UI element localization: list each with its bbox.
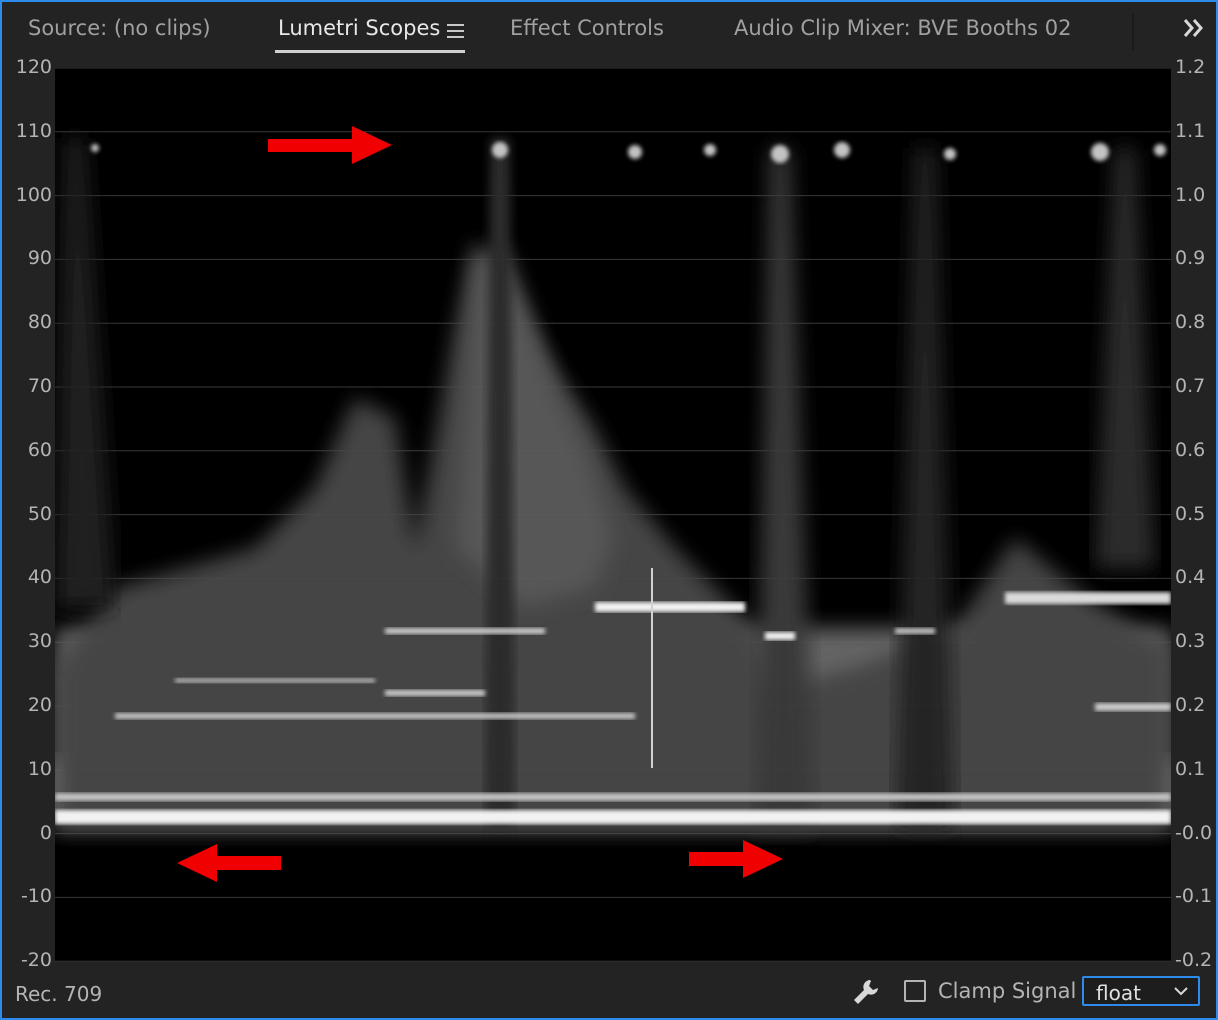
chevron-down-icon — [1174, 987, 1188, 996]
right-axis-tick: 1.1 — [1175, 119, 1206, 142]
left-axis-tick: 70 — [27, 375, 52, 397]
tab-audio-clip-mixer[interactable]: Audio Clip Mixer: BVE Booths 02 — [734, 16, 1071, 40]
left-axis-tick: 120 — [15, 56, 52, 78]
left-axis-tick: 80 — [27, 311, 52, 334]
tab-source[interactable]: Source: (no clips) — [28, 16, 211, 40]
left-axis-tick: -10 — [20, 885, 52, 908]
clamp-signal-label[interactable]: Clamp Signal — [938, 979, 1076, 1003]
left-axis-tick: 20 — [27, 694, 52, 716]
left-axis-tick: 100 — [15, 183, 52, 206]
waveform-trace — [55, 138, 1171, 828]
right-axis-tick: -0.2 — [1175, 949, 1213, 972]
bit-depth-value: float — [1096, 981, 1141, 1005]
color-space-label: Rec. 709 — [15, 982, 103, 1006]
right-axis-tick: 0.5 — [1175, 502, 1206, 525]
scope-footer: Rec. 709 Clamp Signal float — [2, 964, 1216, 1020]
double-chevron-right-icon[interactable] — [1182, 16, 1206, 40]
lumetri-scopes-panel: Source: (no clips) Lumetri Scopes Effect… — [0, 0, 1218, 1020]
left-axis-tick: 0 — [39, 821, 52, 844]
left-axis-tick: 40 — [27, 566, 52, 589]
right-axis-tick: 0.8 — [1175, 311, 1206, 334]
right-axis-tick: 0.6 — [1175, 438, 1206, 461]
left-axis-tick: 30 — [27, 630, 52, 653]
tab-effect-controls[interactable]: Effect Controls — [510, 16, 664, 40]
red-arrow-left-icon — [177, 844, 281, 882]
red-arrow-right-icon — [689, 840, 783, 878]
left-axis-tick: 90 — [27, 247, 52, 270]
left-axis-tick: -20 — [20, 949, 52, 972]
right-axis-tick: -0.1 — [1175, 885, 1213, 908]
right-axis-tick: 0.2 — [1175, 694, 1206, 716]
clamp-signal-checkbox[interactable] — [904, 980, 926, 1002]
left-axis-tick: 50 — [27, 502, 52, 525]
active-tab-indicator — [275, 50, 465, 53]
tab-divider — [1132, 14, 1134, 50]
wrench-icon[interactable] — [850, 976, 882, 1008]
right-axis-tick: 0.9 — [1175, 247, 1206, 270]
tab-lumetri-scopes[interactable]: Lumetri Scopes — [278, 16, 440, 40]
right-axis-tick: 0.7 — [1175, 375, 1206, 397]
bit-depth-select[interactable]: float — [1082, 976, 1200, 1006]
right-axis-tick: 0.1 — [1175, 757, 1206, 780]
right-axis-tick: 0.4 — [1175, 566, 1206, 589]
right-axis-tick: 0.3 — [1175, 630, 1206, 653]
left-axis-tick: 10 — [27, 757, 52, 780]
hamburger-menu-icon[interactable] — [447, 24, 464, 38]
left-axis-tick: 110 — [15, 119, 52, 142]
panel-tab-bar: Source: (no clips) Lumetri Scopes Effect… — [2, 2, 1216, 64]
right-axis-tick: 1.2 — [1175, 56, 1206, 78]
left-axis-tick: 60 — [27, 438, 52, 461]
right-axis-tick: -0.0 — [1175, 821, 1213, 844]
right-axis-tick: 1.0 — [1175, 183, 1206, 206]
waveform-scope — [55, 68, 1171, 962]
